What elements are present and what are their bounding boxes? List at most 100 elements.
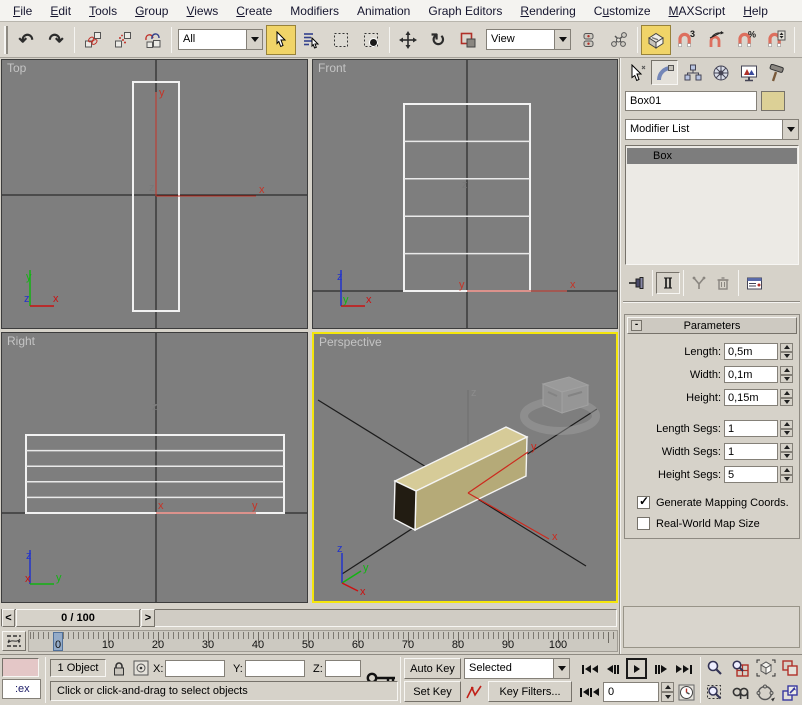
track-bar-ruler[interactable]: 0 10 20 30 40 50 60 70 80 90 100 [28, 630, 618, 652]
time-configuration-button[interactable] [676, 682, 696, 702]
select-and-scale-button[interactable] [453, 25, 483, 55]
tab-modify[interactable] [651, 60, 678, 85]
zoom-extents-all-button[interactable] [779, 657, 801, 679]
modifier-stack[interactable]: Box [625, 145, 799, 265]
modifier-stack-item-box[interactable]: Box [627, 148, 797, 164]
viewport-top[interactable]: y x z y z x Top [1, 59, 308, 329]
pin-stack-button[interactable] [625, 272, 649, 294]
z-coordinate-field[interactable] [325, 660, 361, 677]
dropdown-button[interactable] [554, 29, 571, 50]
make-unique-button[interactable] [687, 272, 711, 294]
redo-button[interactable]: ↷ [41, 25, 71, 55]
time-slider-handle[interactable]: 0 / 100 [16, 609, 140, 627]
height-segs-field[interactable]: 5 [724, 466, 778, 483]
rectangular-selection-region-button[interactable] [326, 25, 356, 55]
select-and-rotate-button[interactable]: ↻ [423, 25, 453, 55]
selection-filter-dropdown[interactable]: All [178, 29, 263, 50]
width-field[interactable]: 0,1m [724, 366, 778, 383]
width-spinner[interactable] [780, 366, 793, 383]
menu-rendering[interactable]: Rendering [511, 1, 584, 21]
height-segs-spinner[interactable] [780, 466, 793, 483]
right-viewport-canvas[interactable]: z x y z x y [2, 333, 307, 602]
zoom-extents-button[interactable] [754, 657, 778, 679]
viewport-front[interactable]: z y x z y x Front [312, 59, 618, 329]
reference-coordinate-system-dropdown[interactable]: View [486, 29, 571, 50]
height-spinner[interactable] [780, 389, 793, 406]
previous-frame-button[interactable] [603, 659, 622, 679]
parameters-rollout-header[interactable]: - Parameters [627, 317, 797, 334]
go-to-end-button[interactable] [674, 659, 693, 679]
menu-group[interactable]: Group [126, 1, 177, 21]
snaps-toggle-button[interactable]: 3 [671, 25, 701, 55]
key-mode-toggle-button[interactable] [580, 682, 599, 702]
select-and-move-button[interactable] [393, 25, 423, 55]
menu-graph-editors[interactable]: Graph Editors [419, 1, 511, 21]
dropdown-button[interactable] [246, 29, 263, 50]
show-end-result-button[interactable] [656, 272, 680, 294]
key-filters-button[interactable]: Key Filters... [488, 681, 572, 702]
arc-rotate-button[interactable] [754, 682, 778, 704]
bind-to-space-warp-button[interactable] [138, 25, 168, 55]
perspective-viewport-canvas[interactable]: z y x z y x [314, 334, 616, 601]
length-segs-field[interactable]: 1 [724, 420, 778, 437]
select-and-link-button[interactable] [78, 25, 108, 55]
previous-frame-arrow-button[interactable]: < [2, 609, 15, 627]
zoom-all-button[interactable] [729, 657, 751, 679]
next-frame-button[interactable] [651, 659, 670, 679]
menu-modifiers[interactable]: Modifiers [281, 1, 348, 21]
selection-lock-toggle-button[interactable] [110, 659, 128, 677]
length-segs-spinner[interactable] [780, 420, 793, 437]
go-to-start-button[interactable] [580, 659, 599, 679]
dropdown-button[interactable] [553, 658, 570, 679]
menu-edit[interactable]: Edit [41, 1, 80, 21]
length-spinner[interactable] [780, 343, 793, 360]
front-viewport-canvas[interactable]: z y x z y x [313, 60, 617, 328]
menu-maxscript[interactable]: MAXScript [660, 1, 735, 21]
object-color-swatch[interactable] [761, 91, 785, 111]
height-field[interactable]: 0,15m [724, 389, 778, 406]
tab-display[interactable] [735, 60, 762, 85]
menu-create[interactable]: Create [227, 1, 281, 21]
open-mini-curve-editor-button[interactable] [2, 631, 26, 651]
maxscript-mini-listener[interactable]: :ex [2, 679, 41, 699]
object-name-field[interactable]: Box01 [625, 91, 757, 111]
maxscript-macro-recorder[interactable] [2, 658, 39, 677]
menu-customize[interactable]: Customize [585, 1, 660, 21]
next-frame-arrow-button[interactable]: > [141, 609, 155, 627]
window-crossing-button[interactable] [356, 25, 386, 55]
toolbar-drag-handle[interactable] [4, 26, 8, 54]
play-animation-button[interactable] [626, 658, 647, 679]
absolute-offset-mode-button[interactable] [132, 659, 150, 677]
unlink-selection-button[interactable] [108, 25, 138, 55]
modifier-list-dropdown[interactable]: Modifier List [625, 119, 799, 140]
tab-utilities[interactable] [763, 60, 790, 85]
width-segs-spinner[interactable] [780, 443, 793, 460]
viewport-right[interactable]: z x y z x y Right [1, 332, 308, 603]
generate-mapping-coords-checkbox[interactable]: ✓ [637, 496, 650, 509]
keyboard-shortcut-override-button[interactable] [641, 25, 671, 55]
zoom-button[interactable] [704, 657, 726, 679]
top-viewport-canvas[interactable]: y x z y z x [2, 60, 307, 328]
select-and-manipulate-button[interactable] [604, 25, 634, 55]
angle-snap-toggle-button[interactable] [701, 25, 731, 55]
percent-snap-toggle-button[interactable]: % [731, 25, 761, 55]
default-in-out-tangents-button[interactable] [464, 681, 484, 702]
length-field[interactable]: 0,5m [724, 343, 778, 360]
undo-button[interactable]: ↶ [11, 25, 41, 55]
tab-create[interactable] [623, 60, 650, 85]
maximize-viewport-toggle-button[interactable] [779, 682, 801, 704]
width-segs-field[interactable]: 1 [724, 443, 778, 460]
menu-help[interactable]: Help [734, 1, 777, 21]
dropdown-button[interactable] [782, 119, 799, 140]
real-world-map-size-checkbox[interactable] [637, 517, 650, 530]
key-mode-dropdown[interactable]: Selected [464, 658, 570, 679]
select-object-button[interactable] [266, 25, 296, 55]
menu-file[interactable]: File [4, 1, 41, 21]
pan-view-button[interactable] [729, 682, 751, 704]
region-zoom-button[interactable] [704, 682, 726, 704]
current-frame-field[interactable]: 0 [603, 682, 659, 702]
tab-hierarchy[interactable] [679, 60, 706, 85]
remove-modifier-button[interactable] [711, 272, 735, 294]
tab-motion[interactable] [707, 60, 734, 85]
select-by-name-button[interactable] [296, 25, 326, 55]
